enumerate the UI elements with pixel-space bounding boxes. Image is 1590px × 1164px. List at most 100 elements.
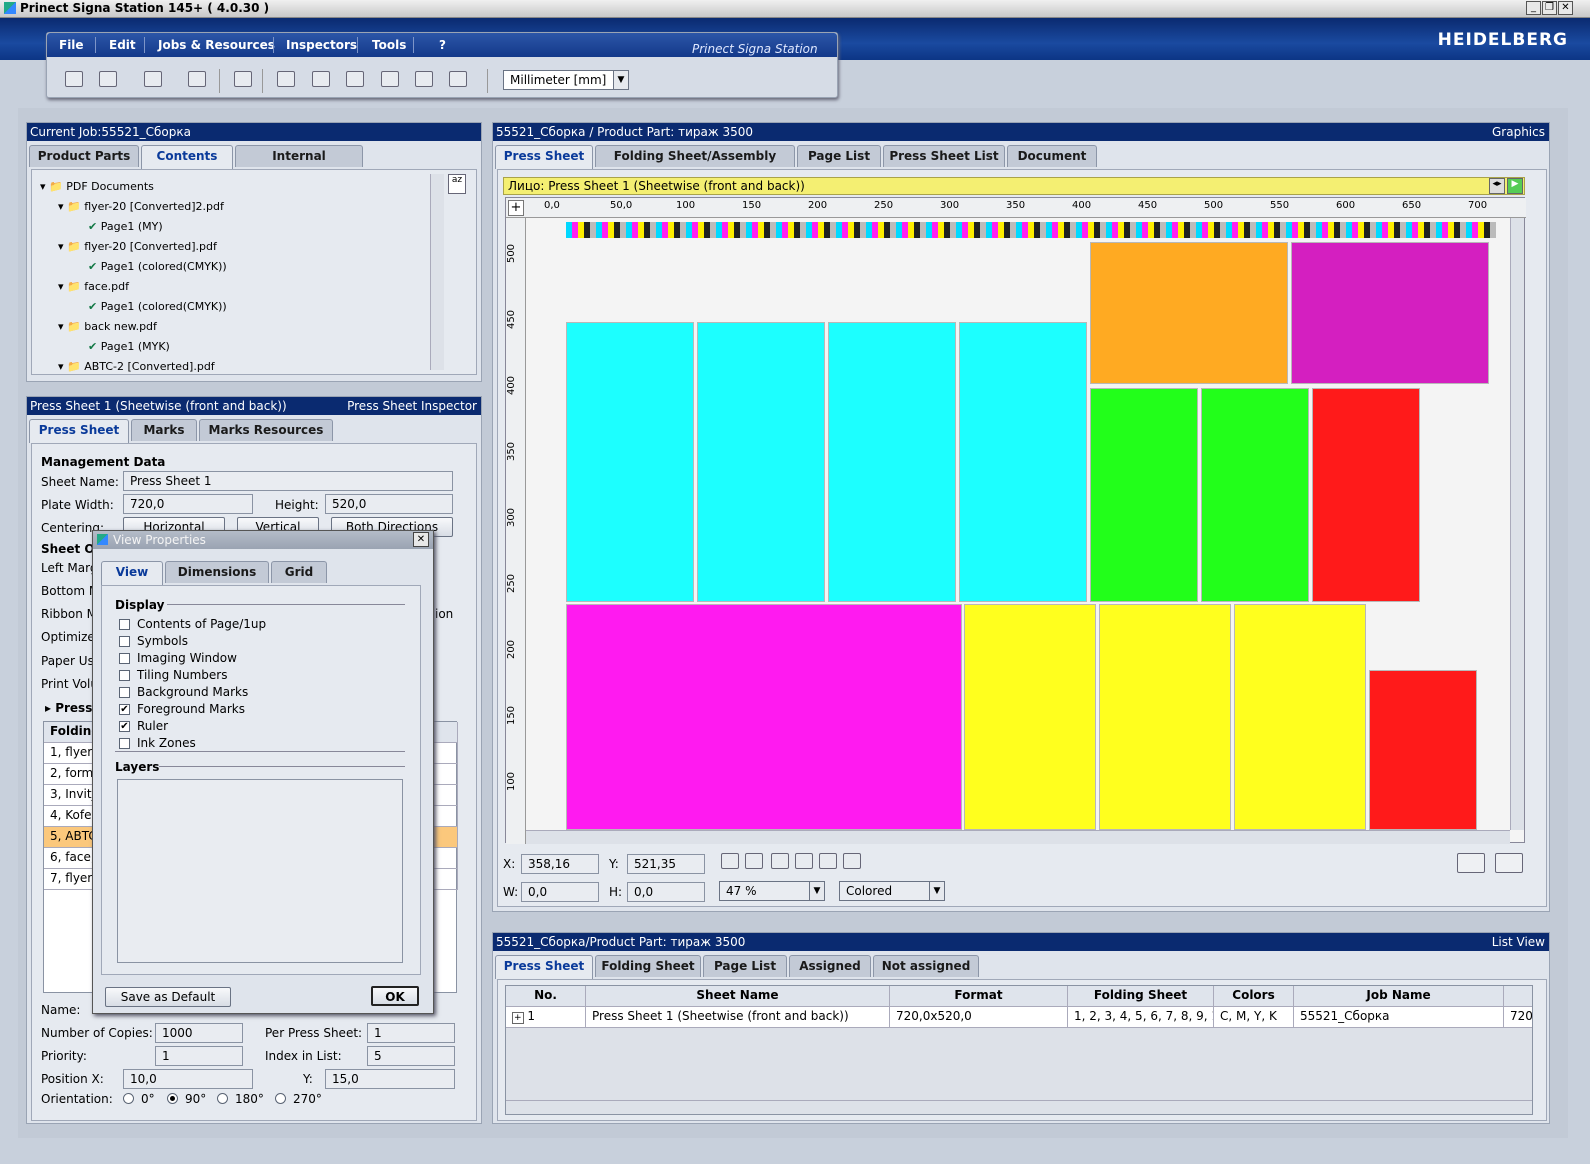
save-icon[interactable] xyxy=(144,71,162,87)
tree-item[interactable]: ✔ Page1 (colored(CMYK)) xyxy=(88,300,227,313)
x-field[interactable]: 358,16 xyxy=(521,854,599,874)
pages-icon[interactable] xyxy=(346,71,364,87)
tab-dimensions[interactable]: Dimensions xyxy=(165,561,269,583)
sheet-page-cyan[interactable] xyxy=(959,322,1087,602)
option-checkbox[interactable]: ✔ xyxy=(119,721,130,732)
tab-marks[interactable]: Marks xyxy=(131,419,197,441)
zoom-icon[interactable] xyxy=(745,853,763,869)
tab-page-list[interactable]: Page List xyxy=(703,955,787,977)
column-header[interactable]: Sheet Name xyxy=(586,986,890,1007)
table-horizontal-scrollbar[interactable] xyxy=(506,1100,1532,1114)
option-checkbox[interactable] xyxy=(119,619,130,630)
tree-scrollbar[interactable] xyxy=(430,174,444,370)
tab-folding-sheet[interactable]: Folding Sheet/Assembly Block xyxy=(595,145,795,183)
tab-product-parts[interactable]: Product Parts xyxy=(29,145,139,167)
option-checkbox[interactable]: ✔ xyxy=(119,704,130,715)
table-cell[interactable]: 720, xyxy=(1504,1007,1532,1028)
option-checkbox[interactable] xyxy=(119,670,130,681)
page-icon[interactable] xyxy=(449,71,467,87)
unit-select[interactable]: Millimeter [mm] ▼ xyxy=(503,70,629,90)
tab-document[interactable]: Document xyxy=(1007,145,1097,167)
menu-inspectors[interactable]: Inspectors xyxy=(286,38,357,52)
menu-edit[interactable]: Edit xyxy=(109,38,136,52)
menu-jobs-resources[interactable]: Jobs & Resources xyxy=(158,38,275,52)
priority-field[interactable]: 1 xyxy=(155,1046,243,1066)
zoom-select[interactable]: 47 % ▼ xyxy=(719,881,825,901)
ok-button[interactable]: OK xyxy=(371,986,419,1006)
sheet-page-purple[interactable] xyxy=(1291,242,1489,384)
close-icon[interactable]: ✕ xyxy=(413,532,429,547)
copies-field[interactable]: 1000 xyxy=(155,1023,243,1043)
measure-icon[interactable] xyxy=(843,853,861,869)
sheet-page-cyan[interactable] xyxy=(828,322,956,602)
flip-side-icon[interactable]: ◂▸ xyxy=(1489,178,1505,194)
height-field[interactable]: 520,0 xyxy=(325,494,453,514)
y-field[interactable]: 521,35 xyxy=(627,854,705,874)
minimize-button[interactable]: _ xyxy=(1526,1,1541,15)
tab-contents[interactable]: Contents xyxy=(141,145,233,169)
sheet-page-green[interactable] xyxy=(1201,388,1309,602)
column-header[interactable]: Folding Sheet xyxy=(1068,986,1214,1007)
position-y-field[interactable]: 15,0 xyxy=(325,1069,455,1089)
fit-width-icon[interactable] xyxy=(1457,853,1485,873)
position-x-field[interactable]: 10,0 xyxy=(123,1069,253,1089)
tab-page-list[interactable]: Page List xyxy=(797,145,881,167)
column-header[interactable]: Job Name xyxy=(1294,986,1504,1007)
tree-item[interactable]: ▾ 📁 back new.pdf xyxy=(58,320,157,333)
expand-icon[interactable]: + xyxy=(512,1012,524,1024)
sheet-page-yellow[interactable] xyxy=(964,604,1096,830)
sheet-page-yellow[interactable] xyxy=(1234,604,1366,830)
document-icon[interactable] xyxy=(312,71,330,87)
tree-item[interactable]: ✔ Page1 (MY) xyxy=(88,220,163,233)
per-sheet-field[interactable]: 1 xyxy=(367,1023,455,1043)
frame-icon[interactable] xyxy=(795,853,813,869)
tree-item[interactable]: ▾ 📁 PDF Documents xyxy=(40,180,154,193)
table-cell[interactable]: C, M, Y, K xyxy=(1214,1007,1294,1028)
tree-item[interactable]: ▾ 📁 flyer-20 [Converted]2.pdf xyxy=(58,200,224,213)
orientation-90-radio[interactable] xyxy=(167,1093,178,1104)
print-icon[interactable] xyxy=(188,71,206,87)
orientation-270-radio[interactable] xyxy=(275,1093,286,1104)
option-checkbox[interactable] xyxy=(119,636,130,647)
abc-icon[interactable] xyxy=(277,71,295,87)
tab-press-sheet-list[interactable]: Press Sheet List xyxy=(883,145,1005,167)
sort-az-icon[interactable]: az xyxy=(448,174,466,194)
book-icon[interactable] xyxy=(381,71,399,87)
tab-press-sheet[interactable]: Press Sheet xyxy=(495,955,593,979)
fit-sheet-icon[interactable] xyxy=(1495,853,1523,873)
tab-assigned[interactable]: Assigned xyxy=(789,955,871,977)
tree-item[interactable]: ✔ Page1 (colored(CMYK)) xyxy=(88,260,227,273)
option-checkbox[interactable] xyxy=(119,687,130,698)
column-header[interactable]: Format xyxy=(890,986,1068,1007)
orientation-180-radio[interactable] xyxy=(217,1093,228,1104)
sheet-page-yellow[interactable] xyxy=(1099,604,1231,830)
sheet-page-cyan[interactable] xyxy=(697,322,825,602)
h-field[interactable]: 0,0 xyxy=(627,882,705,902)
orientation-0-radio[interactable] xyxy=(123,1093,134,1104)
tab-marks-resources[interactable]: Marks Resources xyxy=(199,419,333,441)
tab-grid[interactable]: Grid xyxy=(271,561,327,583)
table-cell[interactable]: Press Sheet 1 (Sheetwise (front and back… xyxy=(586,1007,890,1028)
canvas-horizontal-scrollbar[interactable] xyxy=(526,830,1510,844)
close-button[interactable]: ✕ xyxy=(1558,1,1573,15)
column-header[interactable]: No. xyxy=(506,986,586,1007)
sheet-page-magenta[interactable] xyxy=(566,604,962,830)
press-expander[interactable]: ▸ Press xyxy=(45,701,92,715)
option-checkbox[interactable] xyxy=(119,653,130,664)
maximize-button[interactable]: ❐ xyxy=(1542,1,1557,15)
hand-icon[interactable] xyxy=(771,853,789,869)
tab-internal-resources[interactable]: Internal Resources xyxy=(235,145,363,183)
table-cell[interactable]: 1, 2, 3, 4, 5, 6, 7, 8, 9, 1... xyxy=(1068,1007,1214,1028)
tree-item[interactable]: ▾ 📁 ABTC-2 [Converted].pdf xyxy=(58,360,215,373)
workflow-icon[interactable] xyxy=(234,71,252,87)
pointer-icon[interactable] xyxy=(721,853,739,869)
menu-help[interactable]: ? xyxy=(439,38,446,52)
tree-item[interactable]: ▾ 📁 face.pdf xyxy=(58,280,129,293)
menu-tools[interactable]: Tools xyxy=(372,38,406,52)
tree-item[interactable]: ▾ 📁 flyer-20 [Converted].pdf xyxy=(58,240,217,253)
layers-list[interactable] xyxy=(117,779,403,963)
open-icon[interactable] xyxy=(65,71,83,87)
sheet-page-red[interactable] xyxy=(1312,388,1420,602)
canvas-vertical-scrollbar[interactable] xyxy=(1510,218,1524,830)
sheet-page-green[interactable] xyxy=(1090,388,1198,602)
